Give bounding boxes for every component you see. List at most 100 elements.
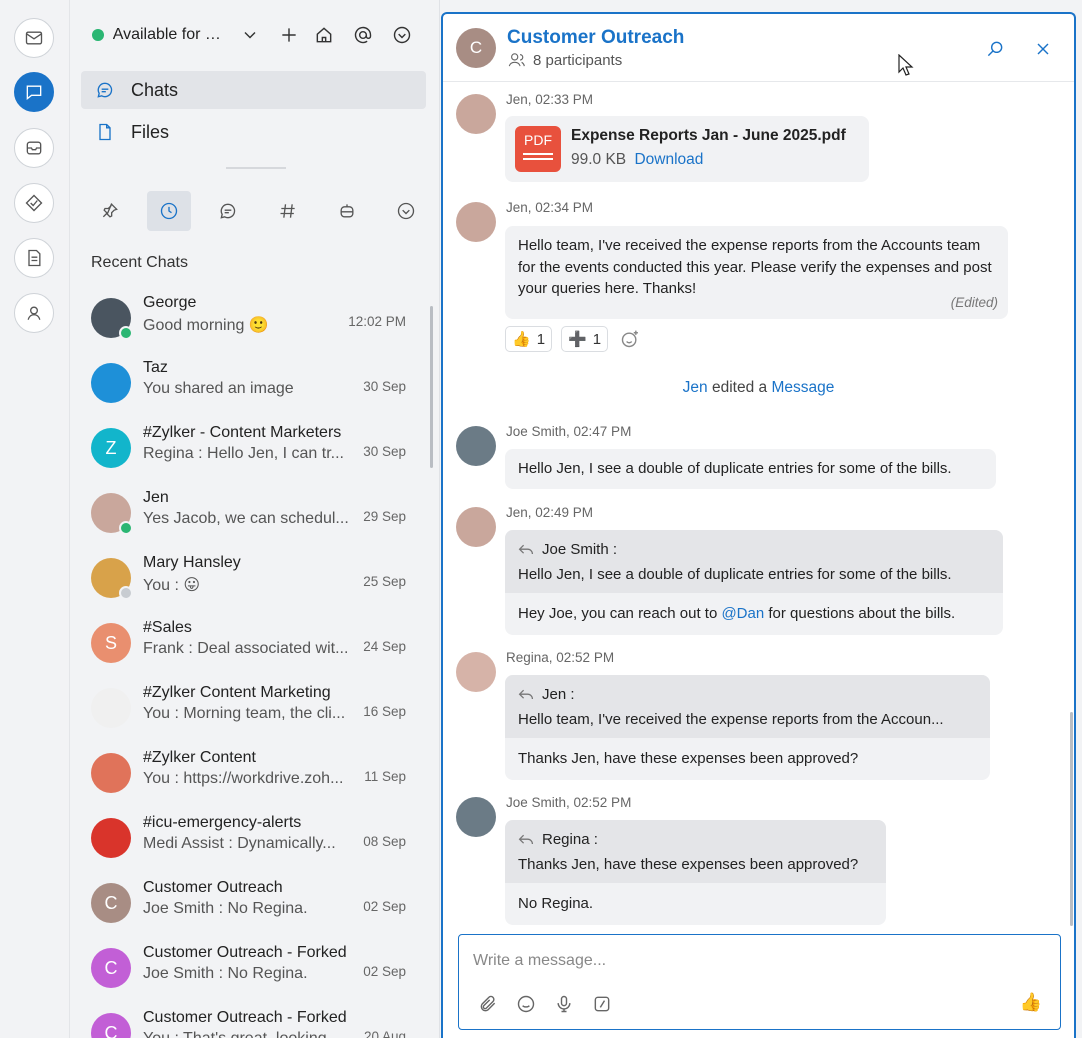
reply-arrow-icon	[518, 689, 534, 699]
emoji-icon[interactable]	[515, 993, 537, 1015]
nav-chats[interactable]: Chats	[81, 71, 426, 109]
reply-bubble[interactable]: Joe Smith : Hello Jen, I see a double of…	[505, 530, 1003, 635]
pinned-filter[interactable]	[88, 191, 132, 231]
close-icon[interactable]	[1026, 32, 1060, 66]
workdrive-icon[interactable]	[14, 128, 54, 168]
chat-name: #icu-emergency-alerts	[143, 814, 302, 831]
download-link[interactable]: Download	[634, 151, 703, 168]
file-attachment[interactable]: PDF Expense Reports Jan - June 2025.pdf …	[505, 116, 869, 182]
more-filters[interactable]	[384, 191, 428, 231]
attachment-icon[interactable]	[477, 993, 499, 1015]
chat-time: 30 Sep	[363, 444, 406, 459]
chat-time: 02 Sep	[363, 899, 406, 914]
bots-filter[interactable]	[325, 191, 369, 231]
channels-filter[interactable]	[266, 191, 310, 231]
sidebar-scrollbar[interactable]	[430, 306, 433, 468]
jen-avatar[interactable]	[456, 94, 496, 134]
chat-sidebar: Available for Chat Chats Files Recent Ch…	[70, 0, 440, 1038]
conversation-avatar[interactable]: C	[456, 28, 496, 68]
chat-name: Customer Outreach - Forked	[143, 944, 347, 961]
chat-list-item[interactable]: #Zylker Content You : https://workdrive.z…	[70, 741, 426, 806]
jen-avatar[interactable]	[456, 507, 496, 547]
contacts-icon[interactable]	[14, 293, 54, 333]
cliq-chat-icon[interactable]	[14, 72, 54, 112]
notes-icon[interactable]	[14, 238, 54, 278]
chat-list-item[interactable]: #icu-emergency-alerts Medi Assist : Dynam…	[70, 806, 426, 871]
joe-smith-avatar[interactable]	[456, 426, 496, 466]
add-reaction-icon[interactable]	[619, 328, 641, 350]
chat-preview: Yes Jacob, we can schedul...	[143, 510, 349, 527]
recent-chats-list: George Good morning 🙂 12:02 PM Taz You share…	[70, 286, 426, 1038]
chat-avatar	[91, 493, 133, 535]
conversation-header: C Customer Outreach 8 participants	[443, 14, 1074, 82]
chat-list-item[interactable]: Z #Zylker - Content Marketers Regina : Hel…	[70, 416, 426, 481]
system-target-link[interactable]: Message	[771, 379, 834, 396]
chat-avatar	[91, 688, 131, 728]
joe-smith-avatar[interactable]	[456, 797, 496, 837]
presence-indicator	[119, 586, 133, 600]
recent-filter[interactable]	[147, 191, 192, 231]
message-meta: Jen, 02:49 PM	[506, 505, 594, 520]
reaction-plus[interactable]: ➕ 1	[561, 326, 609, 352]
participants-info[interactable]: 8 participants	[507, 51, 622, 69]
message-meta: Joe Smith, 02:47 PM	[506, 424, 632, 439]
reply-bubble[interactable]: Jen : Hello team, I've received the expe…	[505, 675, 990, 780]
thumbs-up-icon: 👍	[512, 331, 531, 348]
chat-list-item[interactable]: S #Sales Frank : Deal associated wit... 24 …	[70, 611, 426, 676]
reply-bubble[interactable]: Regina : Thanks Jen, have these expenses…	[505, 820, 886, 925]
tasks-icon[interactable]	[14, 183, 54, 223]
chat-list-item[interactable]: Mary Hansley You : 😛 25 Sep	[70, 546, 426, 611]
chevron-down-icon[interactable]	[233, 18, 266, 52]
system-actor[interactable]: Jen	[683, 379, 708, 396]
conversation-title[interactable]: Customer Outreach	[507, 27, 684, 49]
message-meta: Jen, 02:33 PM	[506, 92, 594, 107]
chat-list-item[interactable]: Jen Yes Jacob, we can schedul... 29 Sep	[70, 481, 426, 546]
chats-filter[interactable]	[206, 191, 250, 231]
chat-name: Jen	[143, 489, 169, 506]
reply-text: Hey Joe, you can reach out to @Dan for q…	[505, 593, 1003, 635]
chat-list-item[interactable]: Taz You shared an image 30 Sep	[70, 351, 426, 416]
nav-files[interactable]: Files	[81, 113, 426, 151]
chat-avatar-initial: Z	[105, 437, 117, 458]
search-icon[interactable]	[978, 32, 1012, 66]
nav-chats-label: Chats	[131, 79, 179, 100]
jen-avatar[interactable]	[456, 202, 496, 242]
quoted-message[interactable]: Joe Smith : Hello Jen, I see a double of…	[505, 530, 1003, 593]
chat-preview: You : Morning team, the cli...	[143, 705, 346, 722]
conversation-scrollbar[interactable]	[1070, 712, 1073, 926]
quoted-message[interactable]: Regina : Thanks Jen, have these expenses…	[505, 820, 886, 883]
chat-avatar-initial: C	[104, 957, 118, 978]
reaction-thumbs-up[interactable]: 👍 1	[505, 326, 553, 352]
system-action: edited a	[711, 379, 768, 396]
chat-list-item[interactable]: George Good morning 🙂 12:02 PM	[70, 286, 426, 351]
status-text[interactable]: Available for Chat	[113, 26, 232, 44]
more-options-chevron-icon[interactable]	[386, 18, 419, 52]
microphone-icon[interactable]	[553, 993, 575, 1015]
message-composer: 👍	[458, 934, 1061, 1030]
format-text-icon[interactable]	[591, 993, 613, 1015]
home-icon[interactable]	[308, 18, 341, 52]
regina-avatar[interactable]	[456, 652, 496, 692]
chat-list-item[interactable]: #Zylker Content Marketing You : Morning t…	[70, 676, 426, 741]
chat-time: 12:02 PM	[348, 314, 406, 329]
mail-icon[interactable]	[14, 18, 54, 58]
system-message: Jen edited a Message	[443, 379, 1074, 397]
chat-list-item[interactable]: C Customer Outreach - Forked Joe Smith : N…	[70, 936, 426, 1001]
conversation-panel: C Customer Outreach 8 participants Jen, …	[441, 12, 1076, 1038]
chevron-circle-icon	[397, 202, 415, 220]
quoted-message[interactable]: Jen : Hello team, I've received the expe…	[505, 675, 990, 738]
more-horizontal-icon[interactable]	[930, 32, 964, 66]
clock-icon	[161, 202, 178, 220]
mentions-icon[interactable]	[347, 18, 380, 52]
chat-list-item[interactable]: C Customer Outreach Joe Smith : No Regina.…	[70, 871, 426, 936]
thumbs-up-send-icon[interactable]: 👍	[1020, 992, 1042, 1013]
chat-avatar: Z	[91, 428, 131, 468]
chat-list-item[interactable]: C Customer Outreach - Forked You : That's …	[70, 1001, 426, 1038]
file-size: 99.0 KB	[571, 151, 627, 168]
message-bubble[interactable]: Hello team, I've received the expense re…	[505, 226, 1008, 319]
message-input[interactable]	[473, 949, 1033, 973]
reply-text: Thanks Jen, have these expenses been app…	[518, 750, 859, 767]
mention-dan[interactable]: @Dan	[721, 605, 764, 622]
plus-icon[interactable]	[273, 18, 306, 52]
message-bubble[interactable]: Hello Jen, I see a double of duplicate e…	[505, 449, 996, 489]
